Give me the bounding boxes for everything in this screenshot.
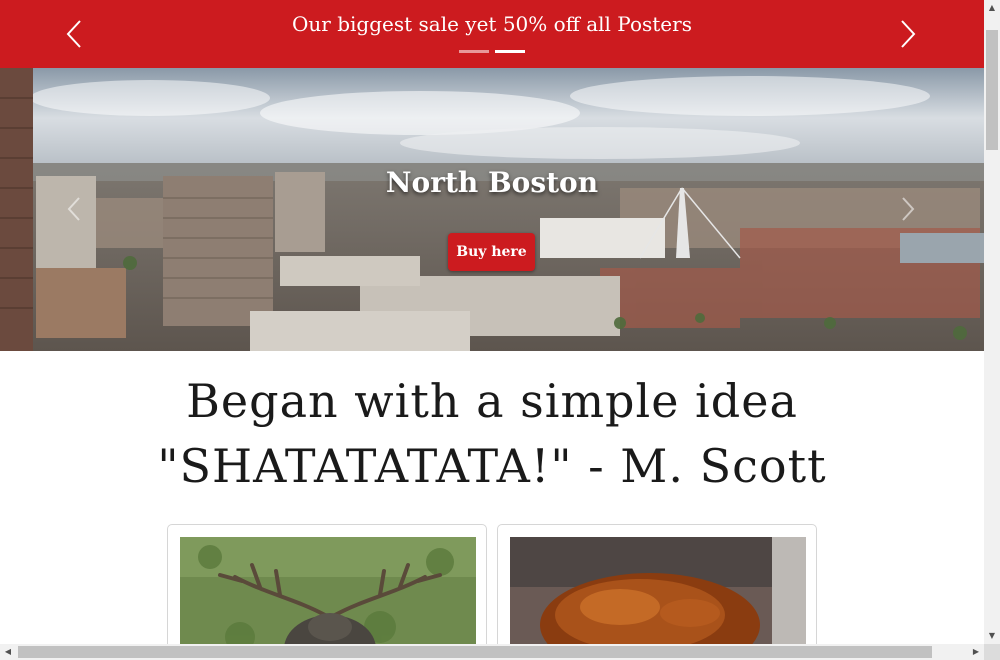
scrollbar-corner <box>984 644 1000 660</box>
promo-indicators <box>459 50 525 53</box>
horizontal-scrollbar[interactable]: ◀ ▶ <box>0 644 984 660</box>
vertical-scroll-thumb[interactable] <box>986 30 998 150</box>
product-card[interactable] <box>497 524 817 644</box>
hero-prev-icon[interactable] <box>66 196 82 222</box>
promo-indicator-2[interactable] <box>495 50 525 53</box>
hero-next-icon[interactable] <box>900 196 916 222</box>
roast-turkey-photo <box>510 537 806 644</box>
page-viewport: Our biggest sale yet 50% off all Posters <box>0 0 984 644</box>
horizontal-scroll-thumb[interactable] <box>18 646 932 658</box>
hero-carousel: North Boston Buy here <box>0 68 984 351</box>
headline: Began with a simple idea "SHATATATATA!" … <box>0 370 984 500</box>
moose-photo <box>180 537 476 644</box>
promo-indicator-1[interactable] <box>459 50 489 53</box>
promo-message: Our biggest sale yet 50% off all Posters <box>292 12 692 36</box>
scroll-up-icon[interactable]: ▲ <box>984 0 1000 16</box>
city-skyline-image <box>0 68 984 351</box>
chevron-right-icon <box>901 20 916 48</box>
scroll-right-icon[interactable]: ▶ <box>968 644 984 660</box>
scroll-left-icon[interactable]: ◀ <box>0 644 16 660</box>
buy-here-button[interactable]: Buy here <box>448 233 535 271</box>
headline-line-1: Began with a simple idea <box>186 374 798 428</box>
promo-next-button[interactable] <box>896 18 920 50</box>
promo-banner: Our biggest sale yet 50% off all Posters <box>0 0 984 68</box>
headline-line-2: "SHATATATATA!" - M. Scott <box>157 439 827 493</box>
vertical-scrollbar[interactable]: ▲ ▼ <box>984 0 1000 644</box>
hero-title: North Boston <box>385 166 599 199</box>
scroll-down-icon[interactable]: ▼ <box>984 628 1000 644</box>
product-card[interactable] <box>167 524 487 644</box>
